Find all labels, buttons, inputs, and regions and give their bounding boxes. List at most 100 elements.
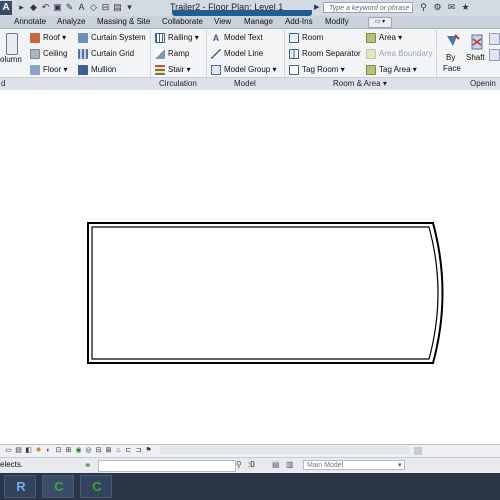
- ramp-button[interactable]: Ramp: [155, 48, 189, 60]
- curtain-grid-button[interactable]: Curtain Grid: [78, 48, 134, 60]
- close-hidden-windows-icon[interactable]: ▤: [112, 2, 123, 13]
- ribbon-minimize-button[interactable]: ▭ ▾: [368, 17, 392, 28]
- panel-label-build[interactable]: d: [1, 79, 5, 88]
- tag-room-button[interactable]: Tag Room ▾: [289, 64, 345, 76]
- stair-dropdown-icon[interactable]: ▾: [184, 65, 191, 74]
- shadows-icon[interactable]: ◐: [44, 446, 53, 455]
- roof-dropdown-icon[interactable]: ▾: [60, 33, 66, 42]
- taskbar-camtasia-recorder-button[interactable]: C: [80, 475, 112, 498]
- floor-plan-drawing[interactable]: [0, 90, 500, 440]
- qat-dropdown-icon[interactable]: ▾: [124, 2, 135, 13]
- drawing-area[interactable]: [0, 90, 500, 440]
- highlight-displacement-icon[interactable]: ⊏: [124, 446, 133, 455]
- reveal-constraints-icon[interactable]: ⊐: [134, 446, 143, 455]
- trailer-wall-outer: [87, 222, 444, 364]
- railing-dropdown-icon[interactable]: ▾: [192, 33, 199, 42]
- tag-room-dropdown-icon[interactable]: ▾: [338, 65, 345, 74]
- mullion-button[interactable]: Mullion: [78, 64, 116, 76]
- worksets-icon[interactable]: ⚭: [84, 460, 92, 471]
- scrollbar-thumb[interactable]: [414, 447, 422, 455]
- ceiling-button[interactable]: Ceiling: [30, 48, 67, 60]
- taskbar-camtasia-button[interactable]: C: [42, 475, 74, 498]
- editable-only-icon[interactable]: ⚲: [236, 460, 242, 469]
- scale-icon[interactable]: ▭: [4, 446, 13, 455]
- tab-massing-site[interactable]: Massing & Site: [97, 17, 150, 27]
- floor-button[interactable]: Floor ▾: [30, 64, 67, 76]
- tag-area-button[interactable]: Tag Area ▾: [366, 64, 417, 76]
- model-line-button[interactable]: Model Line: [211, 48, 263, 60]
- reveal-hidden-icon[interactable]: ◎: [84, 446, 93, 455]
- sun-path-icon[interactable]: ✹: [34, 446, 43, 455]
- area-boundary-button[interactable]: Area Boundary: [366, 48, 432, 60]
- floor-dropdown-icon[interactable]: ▾: [61, 65, 67, 74]
- vertical-opening-icon[interactable]: [489, 49, 500, 61]
- tab-modify[interactable]: Modify: [325, 17, 349, 27]
- roof-button[interactable]: Roof ▾: [30, 32, 66, 44]
- stair-button[interactable]: Stair ▾: [155, 64, 191, 76]
- open-icon[interactable]: ▸: [16, 2, 27, 13]
- crop-view-icon[interactable]: ⊡: [54, 446, 63, 455]
- room-separator-button[interactable]: Room Separator: [289, 48, 361, 60]
- search-icon[interactable]: ⚲: [418, 2, 429, 13]
- tab-manage[interactable]: Manage: [244, 17, 273, 27]
- model-text-button[interactable]: A Model Text: [211, 32, 263, 44]
- panel-label-opening[interactable]: Openin: [470, 79, 496, 88]
- room-area-panel-dropdown-icon[interactable]: ▾: [383, 79, 387, 88]
- model-group-button[interactable]: Model Group ▾: [211, 64, 277, 76]
- dimension-icon[interactable]: A: [76, 2, 87, 13]
- panel-label-circulation[interactable]: Circulation: [159, 79, 197, 88]
- room-button[interactable]: Room: [289, 32, 323, 44]
- show-crop-region-icon[interactable]: ⊞: [64, 446, 73, 455]
- default-3d-view-icon[interactable]: ◇: [88, 2, 99, 13]
- curtain-system-label: Curtain System: [91, 33, 146, 42]
- search-expand-icon[interactable]: ▶: [314, 3, 322, 13]
- subscription-icon[interactable]: ⚙: [432, 2, 443, 13]
- wall-opening-icon[interactable]: [489, 33, 500, 45]
- detail-level-icon[interactable]: ▤: [14, 446, 23, 455]
- taskbar-revit-button[interactable]: R: [4, 475, 36, 498]
- temporary-hide-icon[interactable]: ◉: [74, 446, 83, 455]
- undo-icon[interactable]: ↶: [40, 2, 51, 13]
- workset-selector[interactable]: [98, 460, 236, 472]
- render-icon[interactable]: ⚑: [144, 446, 153, 455]
- panel-label-model[interactable]: Model: [234, 79, 256, 88]
- print-icon[interactable]: ▣: [52, 2, 63, 13]
- measure-icon[interactable]: ✎: [64, 2, 75, 13]
- area-button[interactable]: Area ▾: [366, 32, 402, 44]
- area-dropdown-icon[interactable]: ▾: [396, 33, 402, 42]
- shaft-label[interactable]: Shaft: [466, 52, 485, 64]
- save-icon[interactable]: ◆: [28, 2, 39, 13]
- tab-view[interactable]: View: [214, 17, 231, 27]
- model-selector-dropdown-icon[interactable]: ▾: [398, 461, 402, 469]
- design-option-selector[interactable]: Main Model: [303, 460, 405, 470]
- application-menu-button[interactable]: A: [0, 1, 12, 15]
- temporary-view-properties-icon[interactable]: ⊠: [104, 446, 113, 455]
- column-icon[interactable]: [6, 33, 18, 55]
- tab-collaborate[interactable]: Collaborate: [162, 17, 203, 27]
- communication-icon[interactable]: ✉: [446, 2, 457, 13]
- main-model-icon[interactable]: ▥: [286, 460, 294, 469]
- analytical-model-icon[interactable]: ⌂: [114, 446, 123, 455]
- model-group-dropdown-icon[interactable]: ▾: [270, 65, 276, 74]
- visual-style-icon[interactable]: ◧: [24, 446, 33, 455]
- worksharing-display-icon[interactable]: ⊟: [94, 446, 103, 455]
- tag-area-dropdown-icon[interactable]: ▾: [411, 65, 417, 74]
- shaft-icon[interactable]: [469, 33, 485, 51]
- room-separator-icon: [289, 49, 299, 59]
- search-input[interactable]: Type a keyword or phrase: [323, 2, 413, 13]
- model-text-icon: A: [212, 33, 220, 43]
- railing-button[interactable]: Railing ▾: [155, 32, 199, 44]
- column-button-label[interactable]: olumn: [0, 54, 22, 66]
- tag-area-icon: [366, 65, 376, 75]
- tab-annotate[interactable]: Annotate: [14, 17, 46, 27]
- design-options-icon[interactable]: ▤: [272, 460, 280, 469]
- curtain-system-button[interactable]: Curtain System: [78, 32, 146, 44]
- tab-add-ins[interactable]: Add-Ins: [285, 17, 313, 27]
- favorites-icon[interactable]: ★: [460, 2, 471, 13]
- opening-by-face-icon[interactable]: [444, 33, 460, 49]
- section-icon[interactable]: ⊟: [100, 2, 111, 13]
- panel-label-room-area[interactable]: Room & Area ▾: [333, 79, 387, 88]
- horizontal-scrollbar[interactable]: [160, 446, 410, 454]
- curtain-grid-icon: [78, 49, 88, 59]
- tab-analyze[interactable]: Analyze: [57, 17, 85, 27]
